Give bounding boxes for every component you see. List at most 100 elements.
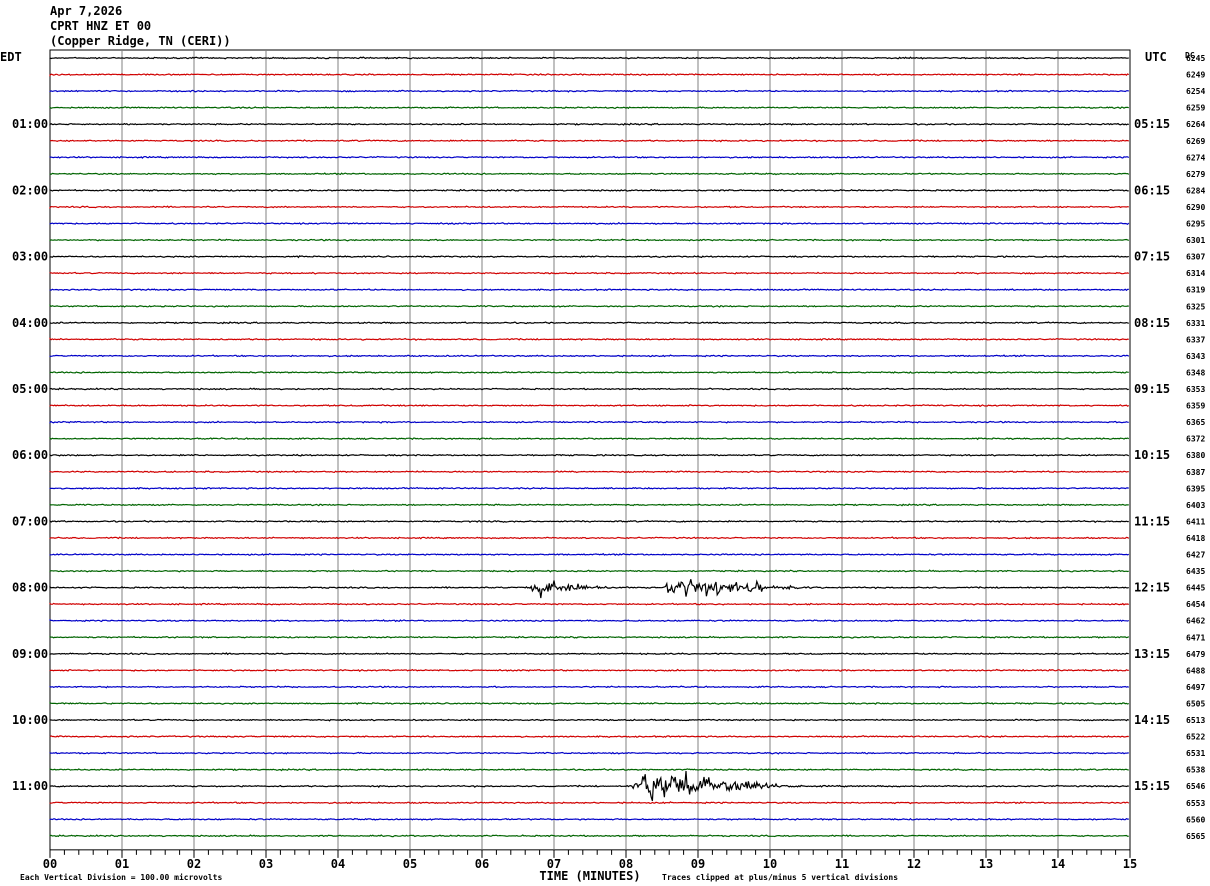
plot-frame xyxy=(49,49,1131,851)
right-timezone-label: UTC xyxy=(1145,50,1167,64)
left-hour-label: 02:00 xyxy=(12,183,48,197)
dc-offset-label: 6372 xyxy=(1186,435,1205,444)
trace-line xyxy=(49,205,1129,209)
right-hour-label: 11:15 xyxy=(1134,514,1170,528)
left-hour-label: 08:00 xyxy=(12,581,48,595)
dc-offset-label: 6565 xyxy=(1186,832,1205,841)
trace-line xyxy=(49,238,1130,242)
trace-line xyxy=(49,304,1129,308)
dc-offset-label: 6295 xyxy=(1186,220,1205,229)
dc-offset-label: 6531 xyxy=(1186,749,1205,758)
dc-offset-label: 6411 xyxy=(1186,517,1205,526)
x-tick-label: 00 xyxy=(43,857,57,871)
vertical-division-note: Each Vertical Division = 100.00 microvol… xyxy=(20,872,222,882)
trace-line xyxy=(49,271,1130,275)
trace-line xyxy=(49,420,1129,424)
right-hour-label: 08:15 xyxy=(1134,316,1170,330)
left-hour-label: 11:00 xyxy=(12,779,48,793)
dc-offset-label: 6264 xyxy=(1186,120,1205,129)
left-hour-label: 10:00 xyxy=(12,713,48,727)
trace-line xyxy=(49,404,1130,408)
trace-line xyxy=(49,619,1130,623)
dc-offset-label: 6259 xyxy=(1186,104,1205,113)
trace-line xyxy=(49,817,1129,821)
dc-offset-label: 6353 xyxy=(1186,385,1205,394)
x-tick-label: 11 xyxy=(835,857,849,871)
x-tick-label: 14 xyxy=(1051,857,1065,871)
dc-offset-label: 6307 xyxy=(1186,253,1205,262)
trace-line xyxy=(49,685,1129,689)
dc-offset-label: 6314 xyxy=(1186,269,1205,278)
trace-line xyxy=(49,536,1130,540)
clipping-note: Traces clipped at plus/minus 5 vertical … xyxy=(662,872,898,882)
right-hour-label: 06:15 xyxy=(1134,183,1170,197)
dc-offset-label: 6560 xyxy=(1186,815,1205,824)
x-tick-label: 06 xyxy=(475,857,489,871)
trace-line xyxy=(49,652,1129,656)
trace-line xyxy=(49,106,1129,110)
trace-line xyxy=(49,602,1129,606)
x-tick-label: 13 xyxy=(979,857,993,871)
x-tick-label: 03 xyxy=(259,857,273,871)
dc-offset-label: 6418 xyxy=(1186,534,1205,543)
trace-line xyxy=(49,122,1129,126)
dc-offset-label: 6301 xyxy=(1186,236,1205,245)
dc-offset-label: 6274 xyxy=(1186,153,1205,162)
trace-line xyxy=(49,437,1130,441)
dc-offset-label: 6435 xyxy=(1186,567,1205,576)
right-hour-label: 12:15 xyxy=(1134,581,1170,595)
x-axis-label: TIME (MINUTES) xyxy=(539,869,640,883)
trace-line xyxy=(49,635,1130,639)
trace-line xyxy=(49,337,1129,342)
dc-offset-label: 6427 xyxy=(1186,551,1205,560)
right-hour-label: 14:15 xyxy=(1134,713,1170,727)
trace-line xyxy=(49,834,1129,838)
trace-line xyxy=(49,370,1129,374)
dc-offset-label: 6290 xyxy=(1186,203,1205,212)
trace-line xyxy=(49,155,1130,159)
trace-line xyxy=(49,569,1129,573)
left-hour-label: 03:00 xyxy=(12,250,48,264)
trace-line xyxy=(49,503,1129,507)
trace-line xyxy=(49,801,1130,805)
trace-line xyxy=(49,387,1129,391)
dc-offset-label: 6254 xyxy=(1186,87,1205,96)
dc-offset-label: 6522 xyxy=(1186,733,1205,742)
trace-line xyxy=(49,56,1129,60)
dc-offset-label: 6331 xyxy=(1186,319,1205,328)
x-tick-label: 15 xyxy=(1123,857,1137,871)
dc-offset-label: 6395 xyxy=(1186,484,1205,493)
right-hour-label: 09:15 xyxy=(1134,382,1170,396)
dc-offset-label: 6454 xyxy=(1186,600,1205,609)
dc-offset-label: 6546 xyxy=(1186,782,1205,791)
left-hour-label: 05:00 xyxy=(12,382,48,396)
trace-line xyxy=(49,751,1129,755)
x-tick-label: 12 xyxy=(907,857,921,871)
trace-line xyxy=(49,255,1129,259)
dc-offset-label: 6325 xyxy=(1186,302,1205,311)
trace-line xyxy=(49,470,1129,474)
dc-offset-label: 6348 xyxy=(1186,368,1205,377)
trace-line xyxy=(49,718,1130,722)
x-tick-label: 04 xyxy=(331,857,345,871)
left-hour-label: 07:00 xyxy=(12,514,48,528)
trace-line xyxy=(49,288,1129,292)
trace-line xyxy=(49,519,1129,524)
dc-offset-label: 6387 xyxy=(1186,468,1205,477)
dc-offset-label: 6319 xyxy=(1186,286,1205,295)
right-hour-label: 10:15 xyxy=(1134,448,1170,462)
dc-offset-label: 6471 xyxy=(1186,633,1205,642)
trace-line xyxy=(49,768,1129,772)
left-timezone-label: EDT xyxy=(0,50,22,64)
trace-line xyxy=(49,453,1130,457)
trace-line xyxy=(49,552,1130,557)
trace-line xyxy=(49,735,1129,739)
trace-line xyxy=(49,139,1129,143)
dc-offset-label: 6245 xyxy=(1186,54,1205,63)
dc-offset-label: 6497 xyxy=(1186,683,1205,692)
right-hour-label: 05:15 xyxy=(1134,117,1170,131)
dc-offset-label: 6513 xyxy=(1186,716,1205,725)
trace-line xyxy=(49,668,1129,672)
dc-offset-label: 6337 xyxy=(1186,335,1205,344)
right-hour-label: 13:15 xyxy=(1134,647,1170,661)
